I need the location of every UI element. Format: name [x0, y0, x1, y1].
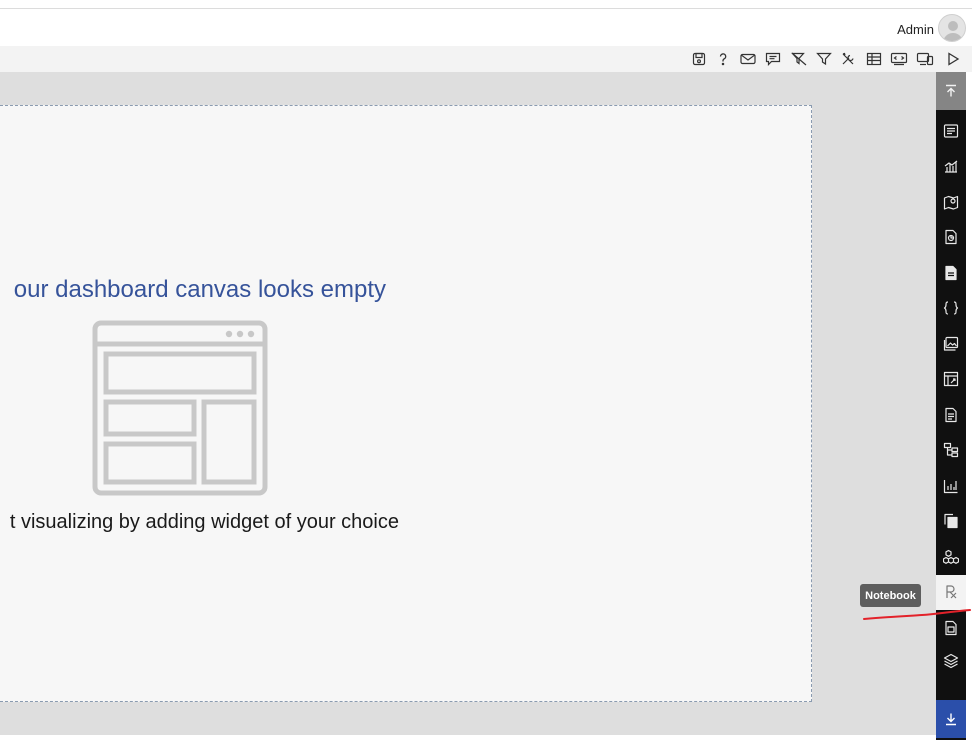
designer-workspace: our dashboard canvas looks empty t visua…	[0, 72, 936, 740]
save-icon[interactable]	[690, 50, 708, 68]
chart-widget-icon[interactable]	[936, 149, 966, 184]
device-preview-icon[interactable]	[916, 50, 934, 68]
kpi-widget-icon[interactable]	[936, 468, 966, 503]
filter-icon[interactable]	[815, 50, 833, 68]
play-icon[interactable]	[944, 50, 962, 68]
help-icon[interactable]	[714, 50, 732, 68]
map-widget-icon[interactable]	[936, 184, 966, 219]
dashboard-canvas[interactable]: our dashboard canvas looks empty t visua…	[0, 105, 812, 702]
cubes-widget-icon[interactable]	[936, 539, 966, 574]
document-widget-icon[interactable]	[936, 255, 966, 290]
frame-widget-icon[interactable]	[936, 362, 966, 397]
comment-icon[interactable]	[764, 50, 782, 68]
mail-icon[interactable]	[739, 50, 757, 68]
scroll-to-top-icon[interactable]	[936, 72, 966, 110]
user-avatar-icon[interactable]	[938, 14, 966, 42]
image-widget-icon[interactable]	[936, 326, 966, 361]
tools-icon[interactable]	[840, 50, 858, 68]
clear-filter-icon[interactable]	[790, 50, 808, 68]
dashboard-layout-illustration	[92, 320, 268, 501]
dashboard-designer: Admin our dashboard canvas looks empty t…	[0, 0, 972, 740]
table-icon[interactable]	[865, 50, 883, 68]
empty-canvas-title: our dashboard canvas looks empty	[13, 276, 386, 303]
embed-icon[interactable]	[890, 50, 908, 68]
grid-widget-icon[interactable]	[936, 113, 966, 148]
rail-edge	[966, 72, 972, 740]
report-widget-icon[interactable]	[936, 220, 966, 255]
designer-toolbar	[0, 46, 972, 72]
bottom-strip	[0, 735, 936, 740]
layers-widget-icon[interactable]	[936, 646, 966, 676]
code-widget-icon[interactable]	[936, 291, 966, 326]
tree-widget-icon[interactable]	[936, 433, 966, 468]
top-header: Admin	[0, 8, 972, 46]
copy-widget-icon[interactable]	[936, 504, 966, 539]
user-name[interactable]: Admin	[897, 22, 934, 37]
file-widget-icon[interactable]	[936, 397, 966, 432]
widget-rail	[936, 72, 966, 740]
empty-canvas-hint: t visualizing by adding widget of your c…	[9, 511, 399, 533]
red-annotation-underline	[863, 609, 971, 620]
scroll-to-bottom-icon[interactable]	[936, 700, 966, 738]
